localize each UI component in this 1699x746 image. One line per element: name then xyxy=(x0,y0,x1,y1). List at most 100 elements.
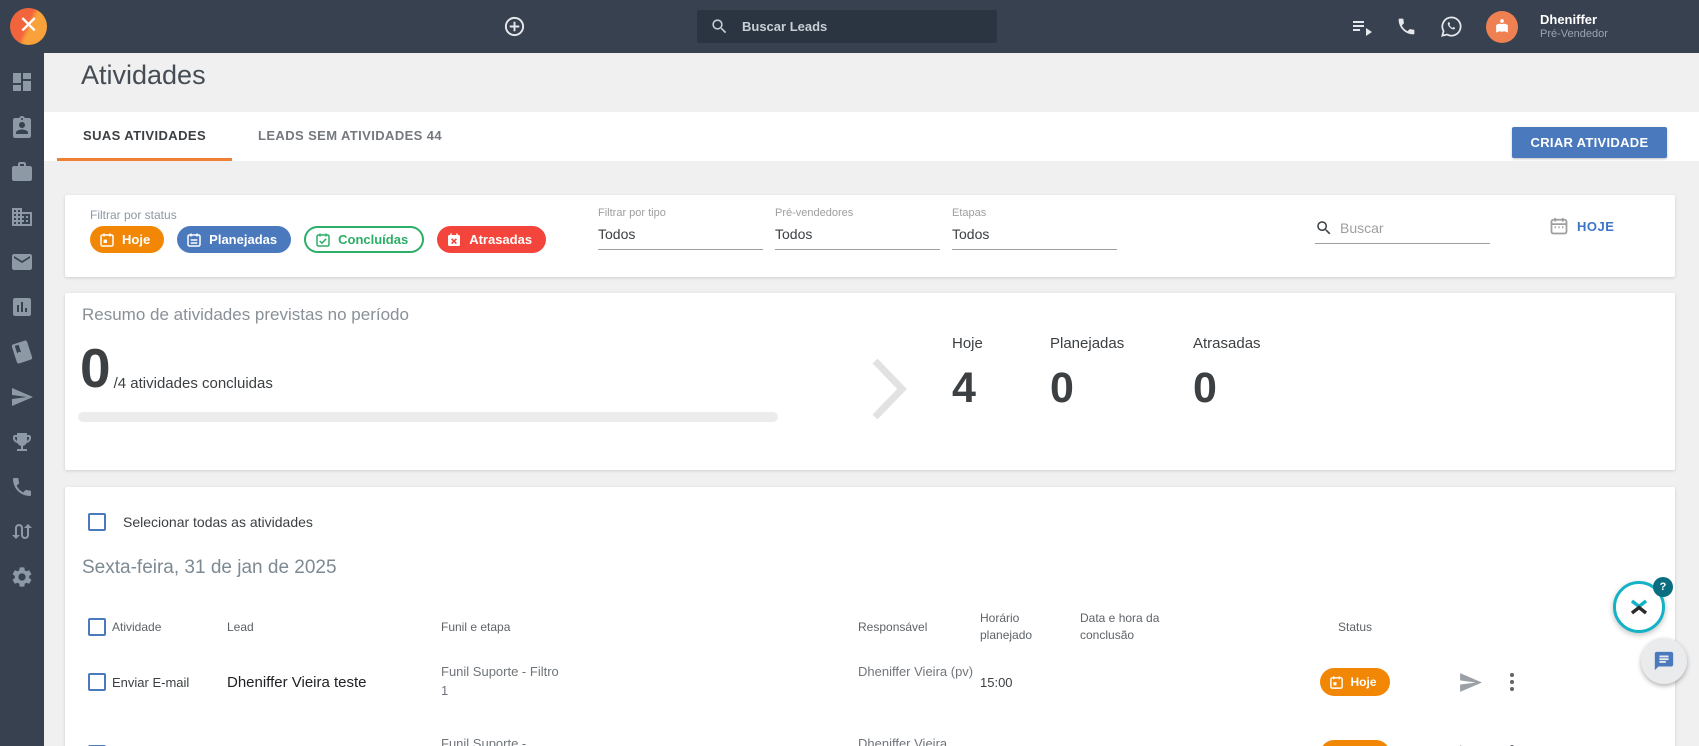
date-range-label: HOJE xyxy=(1577,218,1615,234)
stat-atrasadas: Atrasadas 0 xyxy=(1193,335,1261,413)
stat-planejadas: Planejadas 0 xyxy=(1050,335,1124,413)
owner-name: Dheniffer Vieira (pv) xyxy=(858,664,974,679)
activity-type: Enviar E-mail xyxy=(112,674,190,690)
tab-leads-sem-atividades[interactable]: LEADS SEM ATIVIDADES 44 xyxy=(232,112,468,161)
presales-filter-value: Todos xyxy=(775,226,940,250)
stat-hoje-value: 4 xyxy=(952,364,976,412)
status-chips: Hoje Planejadas Concluídas Atrasadas xyxy=(90,226,547,253)
company-icon[interactable] xyxy=(10,205,34,229)
search-icon xyxy=(1317,221,1331,235)
chip-atrasadas[interactable]: Atrasadas xyxy=(437,226,547,253)
chevron-right-icon xyxy=(872,358,907,420)
exact-logo-icon[interactable]: ✕ xyxy=(10,8,47,45)
phone-icon[interactable] xyxy=(10,475,34,499)
stages-filter-select[interactable]: Etapas Todos xyxy=(952,207,1117,250)
help-badge[interactable]: ? xyxy=(1653,577,1673,597)
col-lead: Lead xyxy=(227,620,254,634)
stat-atrasadas-label: Atrasadas xyxy=(1193,335,1261,352)
select-all-label: Selecionar todas as atividades xyxy=(123,514,313,530)
presales-filter-select[interactable]: Pré-vendedores Todos xyxy=(775,207,940,250)
book-icon[interactable] xyxy=(10,340,34,364)
page-title: Atividades xyxy=(81,60,206,90)
chat-widget-button[interactable] xyxy=(1641,638,1687,684)
filter-status-label: Filtrar por status xyxy=(90,208,177,222)
calendar-today-icon xyxy=(100,233,114,247)
row-menu-button[interactable] xyxy=(1506,669,1652,695)
reader-icon xyxy=(1496,18,1508,33)
chat-icon xyxy=(1654,651,1674,671)
playlist-icon[interactable] xyxy=(1350,15,1374,39)
tab-bar: SUAS ATIVIDADES LEADS SEM ATIVIDADES 44 … xyxy=(44,112,1699,161)
col-conclusao: Data e hora da conclusão xyxy=(1080,611,1160,642)
date-range-picker[interactable]: HOJE xyxy=(1549,216,1614,236)
col-atividade: Atividade xyxy=(112,620,162,634)
user-avatar[interactable] xyxy=(1486,10,1518,43)
type-filter-label: Filtrar por tipo xyxy=(598,207,666,219)
calendar-notes-icon xyxy=(187,233,201,247)
exact-help-icon xyxy=(1630,599,1648,615)
planned-time: 15:00 xyxy=(980,674,1013,690)
select-all-checkbox[interactable] xyxy=(88,513,106,531)
activities-search-placeholder: Buscar xyxy=(1340,220,1384,236)
bar-chart-icon[interactable] xyxy=(10,295,34,319)
calendar-check-icon xyxy=(316,233,330,247)
chip-concluidas[interactable]: Concluídas xyxy=(304,226,425,253)
chip-hoje[interactable]: Hoje xyxy=(90,226,165,253)
user-meta[interactable]: Dheniffer Pré-Vendedor xyxy=(1540,12,1608,42)
phone-icon[interactable] xyxy=(1396,16,1417,37)
status-badge[interactable]: Hoje xyxy=(1320,740,1390,746)
col-funil: Funil e etapa xyxy=(441,620,511,634)
header-checkbox[interactable] xyxy=(88,618,106,636)
sidebar-nav xyxy=(0,53,44,746)
calendar-today-icon xyxy=(1330,675,1344,689)
owner-name: Dheniffer Vieira xyxy=(858,736,948,746)
send-activity-button[interactable] xyxy=(1458,742,1483,746)
mail-icon[interactable] xyxy=(10,250,34,274)
send-icon xyxy=(1459,672,1482,692)
row-menu-button[interactable] xyxy=(1506,741,1652,746)
stat-hoje: Hoje 4 xyxy=(952,335,983,413)
summary-title: Resumo de atividades previstas no períod… xyxy=(82,305,409,324)
trophy-icon[interactable] xyxy=(10,430,34,454)
settings-icon[interactable] xyxy=(10,565,34,589)
send-icon[interactable] xyxy=(10,385,34,409)
chip-hoje-label: Hoje xyxy=(122,232,151,247)
stat-hoje-label: Hoje xyxy=(952,335,983,352)
date-group-heading: Sexta-feira, 31 de jan de 2025 xyxy=(82,557,337,578)
filters-panel: Filtrar por status Hoje Planejadas Concl… xyxy=(65,195,1675,277)
activities-search-input[interactable]: Buscar xyxy=(1315,219,1490,244)
briefcase-icon[interactable] xyxy=(10,160,34,184)
user-name: Dheniffer xyxy=(1540,11,1598,27)
activities-panel: Selecionar todas as atividades Sexta-fei… xyxy=(65,487,1675,746)
row-checkbox[interactable] xyxy=(88,673,106,691)
activity-row: Enviar E-mail Dheniffer Vieira teste Fun… xyxy=(65,653,1675,711)
completed-caption: /4 atividades concluidas xyxy=(113,374,273,392)
chip-planejadas[interactable]: Planejadas xyxy=(177,226,292,253)
swap-calls-icon[interactable] xyxy=(10,520,34,544)
plus-circle-icon[interactable] xyxy=(503,15,526,38)
status-badge[interactable]: Hoje xyxy=(1320,668,1390,696)
table-header-row: Atividade Lead Funil e etapa Responsável… xyxy=(65,605,1675,649)
tab-suas-atividades[interactable]: SUAS ATIVIDADES xyxy=(57,112,233,161)
whatsapp-icon[interactable] xyxy=(1439,14,1464,39)
completed-value: 0 xyxy=(80,337,111,399)
type-filter-value: Todos xyxy=(598,226,763,250)
chip-concluidas-label: Concluídas xyxy=(338,232,409,247)
stat-planejadas-label: Planejadas xyxy=(1050,335,1125,352)
chip-planejadas-label: Planejadas xyxy=(209,232,278,247)
calendar-x-icon xyxy=(448,233,461,246)
create-activity-button[interactable]: CRIAR ATIVIDADE xyxy=(1512,127,1667,158)
summary-panel: Resumo de atividades previstas no períod… xyxy=(65,293,1675,470)
lead-name[interactable]: Dheniffer Vieira teste xyxy=(227,674,441,691)
send-activity-button[interactable] xyxy=(1458,670,1483,695)
status-badge-label: Hoje xyxy=(1350,675,1377,689)
calendar-icon xyxy=(1550,217,1568,235)
contact-card-icon[interactable] xyxy=(10,115,34,139)
stat-atrasadas-value: 0 xyxy=(1193,364,1217,412)
col-responsavel: Responsável xyxy=(858,620,928,634)
lead-search-input[interactable]: Buscar Leads xyxy=(697,10,997,43)
dashboard-icon[interactable] xyxy=(10,70,34,94)
type-filter-select[interactable]: Filtrar por tipo Todos xyxy=(598,207,763,250)
chip-atrasadas-label: Atrasadas xyxy=(469,232,533,247)
select-all-row: Selecionar todas as atividades xyxy=(88,513,313,531)
